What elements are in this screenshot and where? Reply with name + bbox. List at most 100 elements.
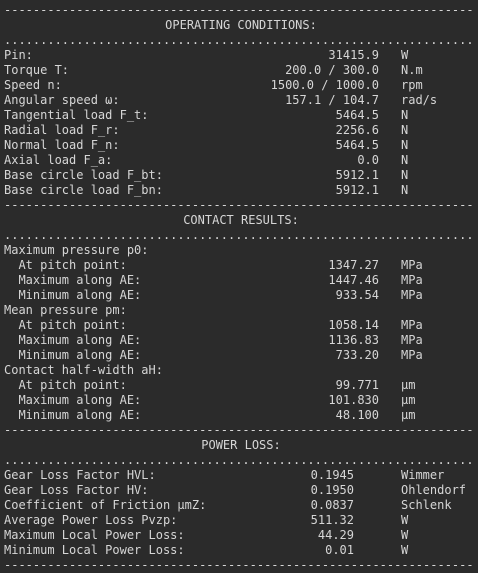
row-unit: N — [401, 183, 409, 197]
row-label: Maximum pressure p0: — [4, 243, 149, 257]
section-separator-dots: ........................................… — [4, 453, 474, 467]
row-value: 1447.46 — [328, 273, 379, 287]
result-row: Radial load F_r: 2256.6 N — [4, 123, 478, 138]
row-unit: W — [401, 48, 409, 62]
row-label: Maximum along AE: — [4, 393, 142, 407]
row-value: 5464.5 — [335, 108, 379, 122]
section-separator-top: ----------------------------------------… — [4, 198, 474, 212]
row-label: Maximum along AE: — [4, 273, 142, 287]
result-row: Torque T: 200.0 / 300.0 N.m — [4, 63, 478, 78]
section-separator-dots: ........................................… — [4, 228, 474, 242]
row-label: Speed n: — [4, 78, 62, 92]
row-unit: μm — [401, 408, 416, 422]
row-label: At pitch point: — [4, 318, 127, 332]
row-label: Pin: — [4, 48, 33, 62]
row-unit: Ohlendorf — [401, 483, 467, 497]
result-row: Maximum pressure p0: — [4, 243, 478, 258]
row-unit: rpm — [401, 78, 423, 92]
row-value: 933.54 — [335, 288, 379, 302]
result-row: Gear Loss Factor HV: 0.1950 Ohlendorf — [4, 483, 478, 498]
row-label: Radial load F_r: — [4, 123, 120, 137]
row-unit: μm — [401, 378, 416, 392]
result-row: Maximum along AE: 1447.46 MPa — [4, 273, 478, 288]
row-label: Base circle load F_bt: — [4, 168, 163, 182]
result-row: Minimum along AE: 933.54 MPa — [4, 288, 478, 303]
row-unit: N — [401, 153, 409, 167]
row-value: 5912.1 — [335, 183, 379, 197]
row-value: 511.32 — [310, 513, 354, 527]
section-title: OPERATING CONDITIONS: — [165, 18, 317, 32]
section-title: POWER LOSS: — [201, 438, 281, 452]
row-label: Normal load F_n: — [4, 138, 120, 152]
result-row: Average Power Loss Pvzp: 511.32 W — [4, 513, 478, 528]
section-separator-dots: ........................................… — [4, 33, 474, 47]
result-row: At pitch point: 99.771 μm — [4, 378, 478, 393]
row-unit: W — [401, 513, 409, 527]
result-row: Minimum Local Power Loss: 0.01 W — [4, 543, 478, 558]
row-value: 31415.9 — [328, 48, 379, 62]
row-label: Minimum Local Power Loss: — [4, 543, 185, 557]
result-row: Maximum along AE: 101.830 μm — [4, 393, 478, 408]
row-value: 2256.6 — [335, 123, 379, 137]
row-value: 0.0 — [357, 153, 379, 167]
row-label: Coefficient of Friction μmZ: — [4, 498, 207, 512]
result-row: At pitch point: 1347.27 MPa — [4, 258, 478, 273]
result-row: Minimum along AE: 48.100 μm — [4, 408, 478, 423]
row-value: 1500.0 / 1000.0 — [270, 78, 379, 92]
row-label: Mean pressure pm: — [4, 303, 127, 317]
row-unit: MPa — [401, 288, 423, 302]
row-label: At pitch point: — [4, 378, 127, 392]
row-label: Tangential load F_t: — [4, 108, 149, 122]
row-unit: MPa — [401, 273, 423, 287]
section-title: CONTACT RESULTS: — [183, 213, 299, 227]
row-value: 157.1 / 104.7 — [285, 93, 379, 107]
row-label: Gear Loss Factor HVL: — [4, 468, 156, 482]
result-row: At pitch point: 1058.14 MPa — [4, 318, 478, 333]
row-unit: N — [401, 123, 409, 137]
row-value: 99.771 — [335, 378, 379, 392]
row-unit: N — [401, 108, 409, 122]
row-unit: Schlenk — [401, 498, 452, 512]
row-label: Minimum along AE: — [4, 408, 142, 422]
row-value: 200.0 / 300.0 — [285, 63, 379, 77]
row-value: 0.0837 — [310, 498, 354, 512]
row-value: 5912.1 — [335, 168, 379, 182]
row-label: Minimum along AE: — [4, 288, 142, 302]
row-unit: N — [401, 168, 409, 182]
section-separator-top: ----------------------------------------… — [4, 3, 474, 17]
row-label: Maximum along AE: — [4, 333, 142, 347]
row-unit: W — [401, 528, 409, 542]
row-unit: rad/s — [401, 93, 438, 107]
row-unit: MPa — [401, 258, 423, 272]
row-unit: MPa — [401, 333, 423, 347]
row-label: Maximum Local Power Loss: — [4, 528, 185, 542]
row-unit: Wimmer — [401, 468, 445, 482]
row-value: 5464.5 — [335, 138, 379, 152]
row-label: Minimum along AE: — [4, 348, 142, 362]
result-row: Angular speed ω: 157.1 / 104.7 rad/s — [4, 93, 478, 108]
result-row: Tangential load F_t: 5464.5 N — [4, 108, 478, 123]
section-separator-top: ----------------------------------------… — [4, 423, 474, 437]
row-value: 733.20 — [335, 348, 379, 362]
result-row: Gear Loss Factor HVL: 0.1945 Wimmer — [4, 468, 478, 483]
row-unit: μm — [401, 393, 416, 407]
row-value: 0.01 — [325, 543, 354, 557]
row-value: 101.830 — [328, 393, 379, 407]
result-row: Pin: 31415.9 W — [4, 48, 478, 63]
result-row: Minimum along AE: 733.20 MPa — [4, 348, 478, 363]
result-row: Base circle load F_bn: 5912.1 N — [4, 183, 478, 198]
result-row: Contact half-width aH: — [4, 363, 478, 378]
row-unit: N — [401, 138, 409, 152]
row-value: 0.1950 — [310, 483, 354, 497]
row-unit: MPa — [401, 348, 423, 362]
row-unit: MPa — [401, 318, 423, 332]
row-unit: N.m — [401, 63, 423, 77]
result-row: Mean pressure pm: — [4, 303, 478, 318]
row-label: Gear Loss Factor HV: — [4, 483, 149, 497]
row-label: Torque T: — [4, 63, 70, 77]
row-label: Contact half-width aH: — [4, 363, 163, 377]
result-row: Axial load F_a: 0.0 N — [4, 153, 478, 168]
result-row: Normal load F_n: 5464.5 N — [4, 138, 478, 153]
row-label: Base circle load F_bn: — [4, 183, 163, 197]
row-value: 1347.27 — [328, 258, 379, 272]
